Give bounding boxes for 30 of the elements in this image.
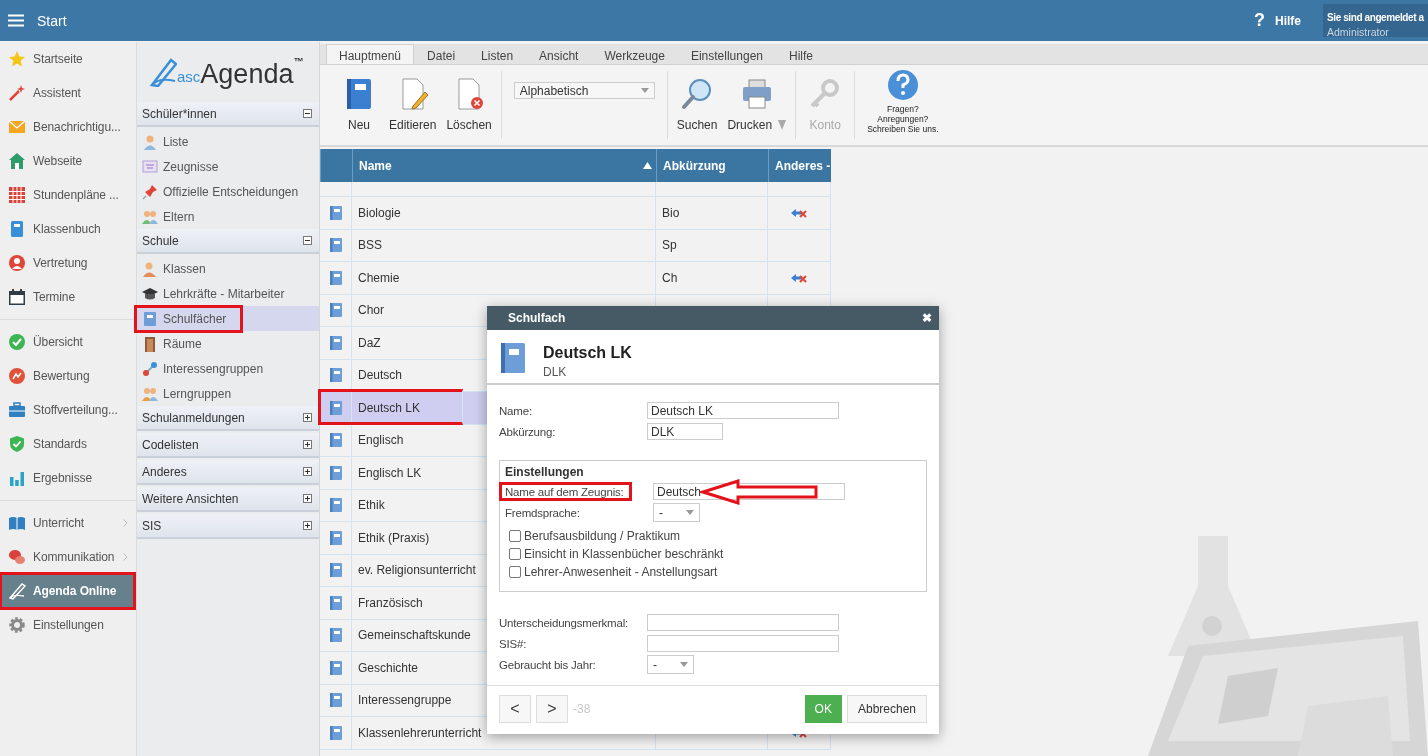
- section-title: Schulanmeldungen: [142, 410, 246, 425]
- table-cell: Bio: [656, 197, 768, 229]
- section-title: Anderes: [142, 464, 188, 479]
- table-cell: BSS: [352, 229, 656, 261]
- field-label: Name:: [499, 404, 532, 417]
- section-title: SIS: [142, 518, 163, 533]
- user-name: Administrator: [1327, 26, 1390, 38]
- field-label: SIS#:: [499, 637, 527, 650]
- login-info: Sie sind angemeldet a: [1327, 12, 1424, 23]
- subject-name: Deutsch LK: [543, 344, 632, 362]
- logo-text: Agenda: [200, 59, 294, 90]
- section-title: Schule: [142, 233, 180, 248]
- field-label: Gebraucht bis Jahr:: [499, 658, 596, 671]
- table-cell: Biologie: [352, 197, 656, 229]
- table-cell: Ch: [656, 262, 768, 294]
- field-label: Fremdsprache:: [505, 506, 580, 519]
- dialog-title: Schulfach: [508, 311, 566, 325]
- section-title: Schüler*innen: [142, 106, 218, 121]
- field-label: Abkürzung:: [499, 425, 556, 438]
- page-title: Start: [37, 12, 67, 29]
- field-label: Unterscheidungsmerkmal:: [499, 616, 628, 629]
- group-title: Einstellungen: [505, 465, 585, 479]
- trademark: ™: [293, 56, 304, 67]
- toolbar-button: Konto: [800, 76, 851, 139]
- table-cell: Sp: [656, 229, 768, 261]
- logo-prefix: asc: [177, 68, 201, 85]
- section-title: Codelisten: [142, 437, 200, 452]
- subject-code: DLK: [543, 365, 568, 379]
- table-cell: Chemie: [352, 262, 656, 294]
- section-title: Weitere Ansichten: [142, 491, 240, 506]
